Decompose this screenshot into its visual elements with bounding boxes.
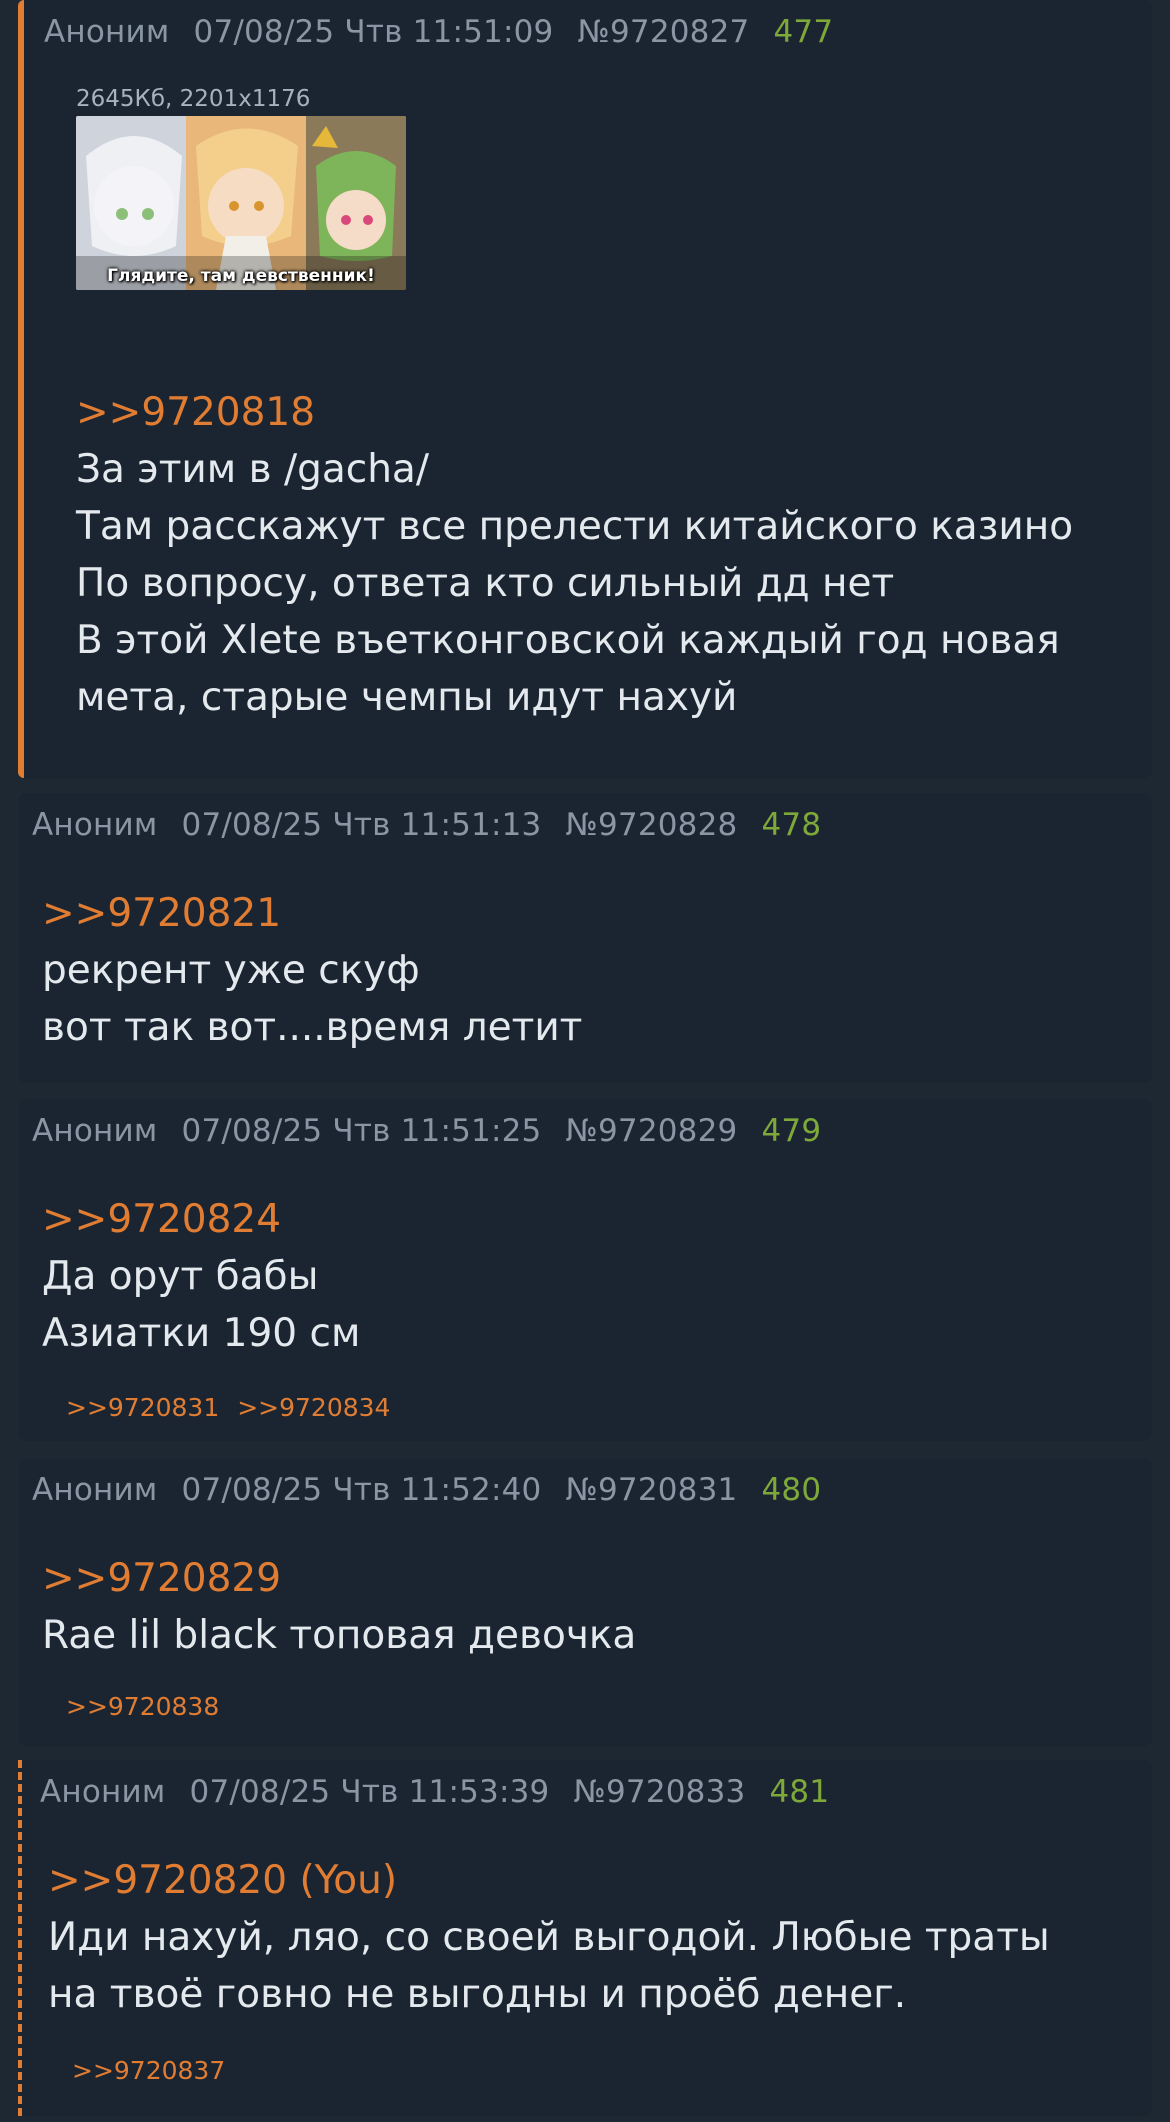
post-body: >>9720820 (You) Иди нахуй, ляо, со своей…: [48, 1852, 1128, 2023]
post-477: Аноним 07/08/25 Чтв 11:51:09 №9720827 47…: [18, 0, 1152, 778]
backref-link[interactable]: >>9720838: [66, 1692, 219, 1721]
post-text-line: За этим в /gacha/: [76, 447, 429, 492]
post-text-line: В этой Xlete въетконговской каждый год н…: [76, 618, 1060, 663]
post-author: Аноним: [40, 1774, 166, 1810]
reply-link[interactable]: >>9720821: [42, 885, 1128, 942]
post-date: 07/08/25 Чтв 11:51:25: [181, 1113, 542, 1149]
backref-link[interactable]: >>9720834: [237, 1393, 390, 1422]
backref-link[interactable]: >>9720837: [72, 2056, 225, 2085]
post-text-line: вот так вот....время летит: [42, 1005, 583, 1050]
post-text-line: рекрент уже скуф: [42, 948, 420, 993]
post-date: 07/08/25 Чтв 11:53:39: [189, 1774, 550, 1810]
post-date: 07/08/25 Чтв 11:52:40: [181, 1472, 542, 1508]
post-author: Аноним: [32, 1472, 158, 1508]
post-text-line: По вопросу, ответа кто сильный дд нет: [76, 561, 895, 606]
post-text-line: на твоё говно не выгодны и проёб денег.: [48, 1972, 907, 2017]
thumbnail-caption: Глядите, там девственник!: [107, 266, 375, 286]
post-id-link[interactable]: №9720828: [566, 807, 738, 843]
post-header: Аноним 07/08/25 Чтв 11:51:09 №9720827 47…: [44, 14, 833, 50]
post-ordinal: 479: [761, 1113, 822, 1149]
post-header: Аноним 07/08/25 Чтв 11:53:39 №9720833 48…: [40, 1774, 829, 1810]
post-text-line: Да орут бабы: [42, 1254, 319, 1299]
post-id-link[interactable]: №9720829: [566, 1113, 738, 1149]
post-ordinal: 480: [761, 1472, 822, 1508]
reply-link[interactable]: >>9720820 (You): [48, 1852, 1128, 1909]
backreferences: >>9720831 >>9720834: [66, 1393, 400, 1422]
post-date: 07/08/25 Чтв 11:51:13: [181, 807, 542, 843]
post-text-line: Там расскажут все прелести китайского ка…: [76, 504, 1074, 549]
post-header: Аноним 07/08/25 Чтв 11:51:25 №9720829 47…: [32, 1113, 821, 1149]
backref-link[interactable]: >>9720831: [66, 1393, 219, 1422]
post-text-line: мета, старые чемпы идут нахуй: [76, 675, 738, 720]
post-date: 07/08/25 Чтв 11:51:09: [193, 14, 554, 50]
post-text-line: Азиатки 190 см: [42, 1311, 361, 1356]
image-thumbnail[interactable]: Глядите, там девственник!: [76, 116, 406, 290]
backreferences: >>9720837: [72, 2056, 235, 2085]
post-author: Аноним: [44, 14, 170, 50]
backreferences: >>9720838: [66, 1692, 229, 1721]
post-author: Аноним: [32, 807, 158, 843]
post-ordinal: 477: [773, 14, 834, 50]
post-id-link[interactable]: №9720827: [578, 14, 750, 50]
post-ordinal: 481: [769, 1774, 830, 1810]
post-481: Аноним 07/08/25 Чтв 11:53:39 №9720833 48…: [18, 1760, 1152, 2116]
post-id-link[interactable]: №9720833: [574, 1774, 746, 1810]
reply-link[interactable]: >>9720818: [76, 384, 1128, 441]
post-body: >>9720821 рекрент уже скуф вот так вот..…: [42, 885, 1128, 1056]
post-body: >>9720818 За этим в /gacha/ Там расскажу…: [76, 384, 1128, 726]
post-body: >>9720824 Да орут бабы Азиатки 190 см: [42, 1191, 1128, 1362]
post-478: Аноним 07/08/25 Чтв 11:51:13 №9720828 47…: [18, 793, 1152, 1083]
post-id-link[interactable]: №9720831: [566, 1472, 738, 1508]
post-479: Аноним 07/08/25 Чтв 11:51:25 №9720829 47…: [18, 1099, 1152, 1441]
reply-link[interactable]: >>9720829: [42, 1550, 1128, 1607]
post-text-line: Иди нахуй, ляо, со своей выгодой. Любые …: [48, 1915, 1050, 1960]
post-ordinal: 478: [761, 807, 822, 843]
file-info: 2645Кб, 2201x1176: [76, 86, 311, 112]
post-header: Аноним 07/08/25 Чтв 11:52:40 №9720831 48…: [32, 1472, 821, 1508]
post-author: Аноним: [32, 1113, 158, 1149]
post-header: Аноним 07/08/25 Чтв 11:51:13 №9720828 47…: [32, 807, 821, 843]
reply-link[interactable]: >>9720824: [42, 1191, 1128, 1248]
post-480: Аноним 07/08/25 Чтв 11:52:40 №9720831 48…: [18, 1458, 1152, 1746]
post-text-line: Rae lil black топовая девочка: [42, 1613, 637, 1658]
post-body: >>9720829 Rae lil black топовая девочка: [42, 1550, 1128, 1664]
